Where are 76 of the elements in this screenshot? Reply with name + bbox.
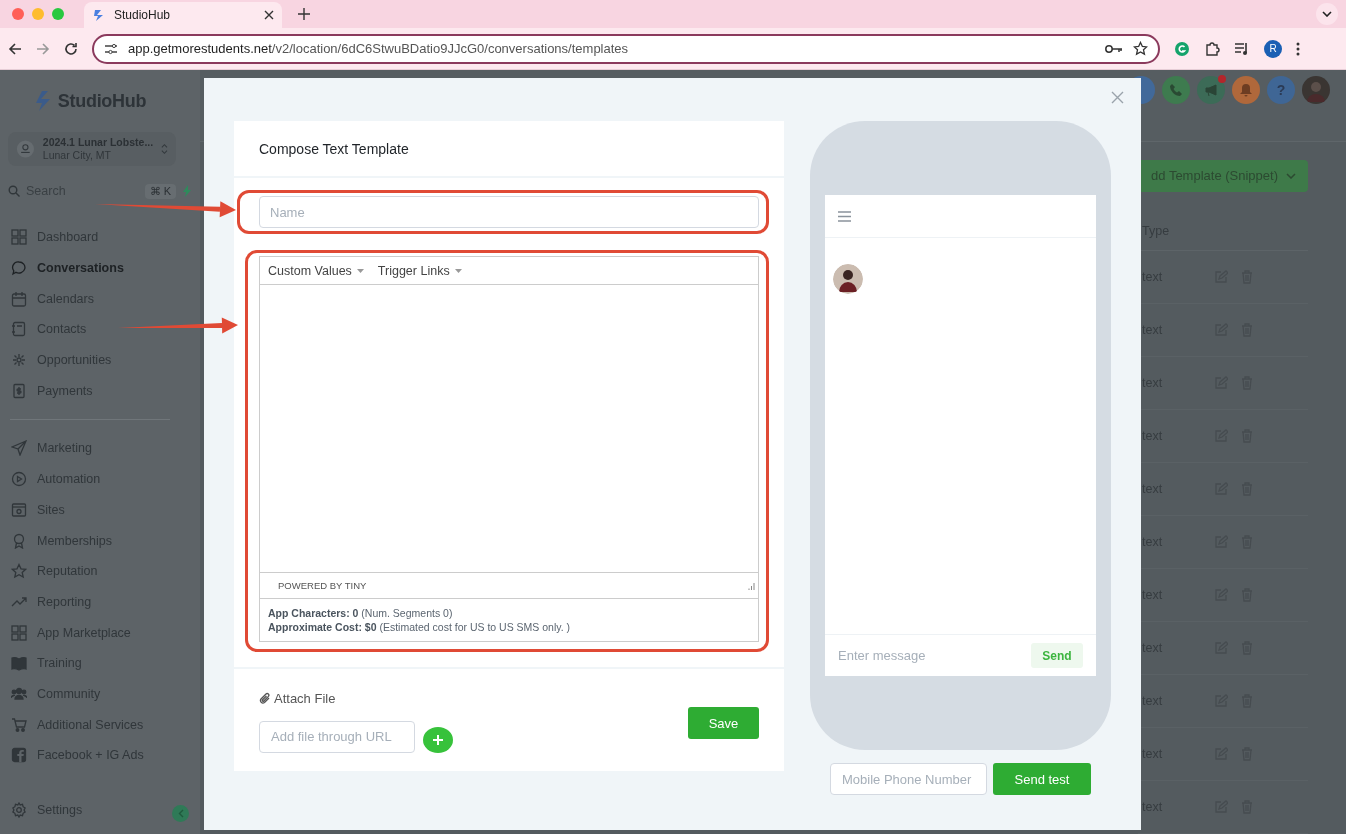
file-url-field[interactable]: Add file through URL (259, 720, 415, 753)
close-icon[interactable] (264, 10, 274, 20)
cost-estimate-text: Approximate Cost: $0 (Estimated cost for US to US SMS only. ) (268, 620, 572, 634)
phone-number-field[interactable]: Mobile Phone Number (830, 763, 987, 795)
attach-file-label[interactable]: Attach File (274, 691, 336, 706)
chevron-left-icon (177, 809, 184, 818)
chat-bubble-icon (11, 260, 27, 277)
back-icon[interactable] (8, 41, 22, 56)
chevron-up-down-icon (161, 142, 168, 156)
chevron-down-icon (1322, 11, 1332, 17)
announcements-button[interactable] (1197, 76, 1225, 104)
profile-avatar[interactable]: R (1264, 39, 1282, 58)
megaphone-icon (1204, 83, 1218, 97)
resize-grip-icon[interactable] (747, 581, 755, 590)
plus-icon (432, 734, 444, 746)
star-icon[interactable] (1133, 41, 1148, 56)
contact-card-icon (11, 321, 27, 338)
search-icon (8, 185, 20, 197)
phone-button[interactable] (1162, 76, 1190, 104)
site-settings-icon[interactable] (104, 42, 118, 55)
chevron-down-icon (1286, 172, 1296, 179)
menu-dropdown[interactable]: Trigger Links (377, 263, 462, 278)
cart-icon (11, 716, 27, 733)
paper-plane-icon (11, 440, 27, 457)
add-file-button[interactable] (423, 727, 453, 753)
notifications-button[interactable] (1232, 76, 1260, 104)
key-icon[interactable] (1105, 43, 1123, 54)
network-icon (11, 352, 27, 369)
address-bar[interactable]: app.getmorestudents.net/v2/location/6dC6StwuBDatio9JJcG0/conversations/templates (92, 33, 1160, 64)
send-test-button[interactable]: Send test (993, 763, 1091, 795)
receipt-icon (11, 382, 27, 399)
location-icon (16, 138, 35, 160)
forward-icon[interactable] (36, 41, 50, 56)
calendar-icon (11, 290, 27, 307)
browser-window-icon (11, 501, 27, 518)
bell-icon (1239, 83, 1253, 97)
new-tab-icon[interactable] (298, 8, 310, 20)
extension-icon[interactable] (1174, 40, 1190, 57)
book-icon (11, 655, 27, 672)
phone-icon (1169, 83, 1183, 97)
people-icon (11, 685, 27, 702)
shortcut-hint: ⌘ K (144, 183, 176, 199)
lightning-icon[interactable] (182, 185, 192, 197)
zoom-window-button[interactable] (52, 8, 64, 20)
f-square-icon (11, 747, 27, 764)
media-icon[interactable] (1234, 41, 1250, 56)
dialog-title: Compose Text Template (234, 121, 784, 178)
play-circle-icon (11, 471, 27, 488)
reload-icon[interactable] (64, 41, 78, 56)
settings-icon (11, 801, 27, 818)
paperclip-icon (259, 692, 271, 705)
name-field[interactable]: Name (259, 196, 759, 228)
user-avatar[interactable] (1302, 76, 1330, 104)
sidebar-item[interactable]: Conversations (8, 252, 192, 284)
menu-icon[interactable] (1296, 41, 1300, 56)
tab-search-button[interactable] (1316, 3, 1338, 25)
award-icon (11, 532, 27, 549)
collapse-sidebar-button[interactable] (172, 805, 189, 822)
caret-icon (356, 268, 364, 273)
star-icon (11, 563, 27, 580)
close-window-button[interactable] (12, 8, 24, 20)
grid-icon (11, 624, 27, 641)
send-button[interactable]: Send (1031, 643, 1083, 668)
character-count-text: App Characters: 0 (Num. Segments 0) (268, 606, 454, 620)
menu-dropdown[interactable]: Custom Values (268, 263, 364, 278)
url-text: app.getmorestudents.net/v2/location/6dC6StwuBDatio9JJcG0/conversations/templates (128, 41, 630, 56)
browser-tab[interactable]: StudioHub (84, 2, 282, 28)
save-button[interactable]: Save (688, 707, 759, 739)
avatar (833, 264, 863, 294)
grid-icon (11, 229, 27, 246)
caret-icon (454, 268, 462, 273)
message-field[interactable]: Enter message (838, 648, 926, 663)
minimize-window-button[interactable] (32, 8, 44, 20)
puzzle-icon[interactable] (1204, 40, 1220, 57)
powered-by-label: POWERED BY TINY (278, 580, 367, 591)
help-button[interactable]: ? (1267, 76, 1295, 104)
